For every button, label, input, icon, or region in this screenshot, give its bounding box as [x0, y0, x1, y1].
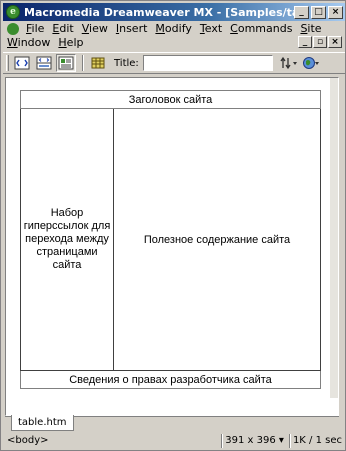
design-view-button[interactable]: [56, 54, 76, 72]
document-toolbar: Title:: [3, 52, 345, 74]
menu-site[interactable]: Site: [296, 22, 325, 36]
menu-edit[interactable]: Edit: [48, 22, 77, 36]
menu-bar: File Edit View Insert Modify Text Comman…: [3, 22, 345, 52]
application-window: e Macromedia Dreamweaver MX - [Samples/t…: [0, 0, 346, 451]
status-bar: <body> 391 x 396 ▾ 1K / 1 sec: [3, 432, 345, 449]
window-title: Macromedia Dreamweaver MX - [Samples/tab…: [24, 5, 294, 19]
globe-icon: [302, 57, 319, 69]
title-label: Title:: [114, 57, 139, 69]
menu-help[interactable]: Help: [54, 36, 87, 50]
live-data-button[interactable]: [88, 54, 108, 72]
preview-in-browser-button[interactable]: [301, 54, 321, 72]
window-size-selector[interactable]: 391 x 396 ▾: [221, 433, 287, 448]
page-title-input[interactable]: [142, 55, 273, 71]
menu-insert[interactable]: Insert: [112, 22, 152, 36]
minimize-button[interactable]: _: [294, 5, 309, 19]
menu-modify[interactable]: Modify: [151, 22, 195, 36]
code-view-button[interactable]: [12, 54, 32, 72]
toolbar-grip[interactable]: [6, 55, 9, 71]
split-view-button[interactable]: [34, 54, 54, 72]
live-data-icon: [91, 57, 105, 69]
menu-text[interactable]: Text: [196, 22, 226, 36]
menu-file[interactable]: File: [22, 22, 48, 36]
vertical-scrollbar[interactable]: [330, 78, 338, 398]
design-view-icon: [58, 56, 74, 70]
file-management-button[interactable]: [279, 54, 299, 72]
code-view-icon: [14, 56, 30, 70]
dreamweaver-app-icon: e: [6, 5, 20, 19]
doc-restore-button[interactable]: ▫: [313, 36, 327, 48]
menu-view[interactable]: View: [78, 22, 112, 36]
menu-window[interactable]: Window: [3, 36, 54, 50]
document-tab[interactable]: table.htm: [11, 415, 74, 431]
document-icon[interactable]: [7, 23, 19, 35]
design-view-canvas[interactable]: Заголовок сайта Набор гиперссылок для пе…: [5, 77, 339, 416]
layout-table[interactable]: Заголовок сайта Набор гиперссылок для пе…: [19, 90, 322, 389]
maximize-button[interactable]: □: [311, 5, 326, 19]
doc-minimize-button[interactable]: _: [298, 36, 312, 48]
content-cell[interactable]: Полезное содержание сайта: [112, 108, 322, 371]
footer-cell[interactable]: Сведения о правах разработчика сайта: [19, 370, 322, 389]
file-transfer-icon: [280, 56, 297, 70]
toolbar-separator: [82, 55, 84, 71]
download-time: 1K / 1 sec: [288, 433, 345, 448]
close-button[interactable]: ×: [328, 5, 343, 19]
navigation-cell[interactable]: Набор гиперссылок для перехода между стр…: [20, 108, 114, 371]
header-cell[interactable]: Заголовок сайта: [19, 90, 322, 109]
dropdown-arrow-icon: ▾: [278, 434, 284, 446]
title-bar[interactable]: e Macromedia Dreamweaver MX - [Samples/t…: [3, 3, 345, 21]
document-tab-bar: table.htm: [5, 415, 339, 431]
tag-selector[interactable]: <body>: [3, 435, 219, 446]
split-view-icon: [36, 56, 52, 70]
doc-close-button[interactable]: ×: [328, 36, 342, 48]
menu-commands[interactable]: Commands: [226, 22, 296, 36]
